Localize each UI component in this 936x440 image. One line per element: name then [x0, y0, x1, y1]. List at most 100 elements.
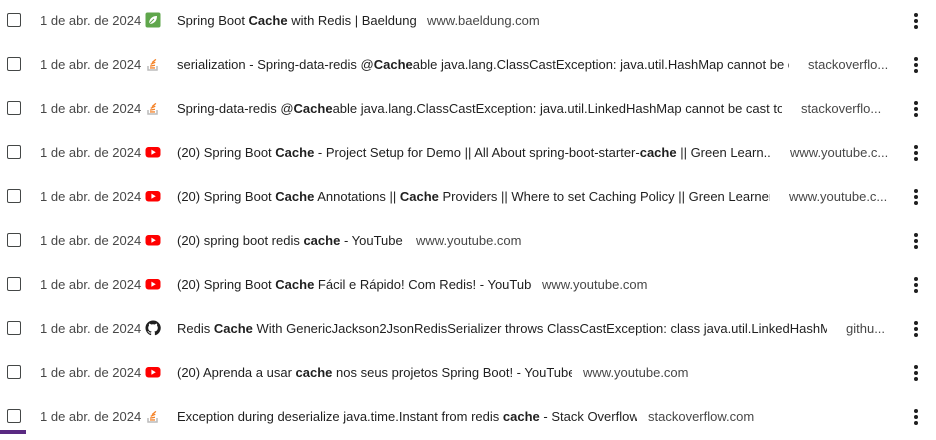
more-options-icon[interactable]: [906, 319, 926, 339]
search-match: Cache: [275, 145, 315, 160]
github-icon: [145, 320, 161, 336]
select-checkbox[interactable]: [7, 233, 21, 247]
title-text: - Project Setup for Demo || All About sp…: [314, 145, 640, 160]
site-domain: www.youtube.c...: [789, 189, 888, 204]
history-row[interactable]: 1 de abr. de 2024 Spring Boot Cache with …: [0, 0, 936, 44]
title-text: Spring Boot: [177, 13, 249, 28]
more-options-icon[interactable]: [906, 407, 926, 427]
title-text: (20) Spring Boot: [177, 277, 276, 292]
site-domain: stackoverflow.com: [648, 409, 755, 424]
visit-date: 1 de abr. de 2024: [40, 409, 142, 424]
title-text: with Redis | Baeldung: [287, 13, 417, 28]
baeldung-icon: [145, 12, 161, 28]
stackoverflow-icon: [145, 408, 161, 424]
history-row[interactable]: 1 de abr. de 2024 Exception during deseri…: [0, 396, 936, 440]
visit-date: 1 de abr. de 2024: [40, 189, 142, 204]
visit-date: 1 de abr. de 2024: [40, 57, 142, 72]
stackoverflow-icon: [145, 100, 161, 116]
site-domain: www.youtube.com: [542, 277, 648, 292]
title-text: Spring-data-redis @: [177, 101, 294, 116]
history-row[interactable]: 1 de abr. de 2024 (20) Spring Boot Cache …: [0, 264, 936, 308]
search-match: cache: [295, 365, 333, 380]
site-domain: www.baeldung.com: [427, 13, 540, 28]
select-checkbox[interactable]: [7, 145, 21, 159]
search-match: Cache: [399, 189, 439, 204]
site-domain: www.youtube.c...: [790, 145, 889, 160]
search-match: Cache: [373, 57, 413, 72]
more-options-icon[interactable]: [906, 187, 926, 207]
title-text: able java.lang.ClassCastException: java.…: [332, 101, 782, 116]
page-title-link[interactable]: Exception during deserialize java.time.I…: [177, 409, 637, 425]
history-list: 1 de abr. de 2024 Spring Boot Cache with …: [0, 0, 936, 440]
history-row[interactable]: 1 de abr. de 2024 (20) Aprenda a usar cac…: [0, 352, 936, 396]
select-checkbox[interactable]: [7, 409, 21, 423]
site-domain: www.youtube.com: [416, 233, 522, 248]
youtube-icon: [145, 188, 161, 204]
history-row[interactable]: 1 de abr. de 2024 (20) Spring Boot Cache …: [0, 132, 936, 176]
title-text: (20) Spring Boot: [177, 189, 276, 204]
title-text: Redis: [177, 321, 214, 336]
title-text: Annotations ||: [314, 189, 400, 204]
youtube-icon: [145, 364, 161, 380]
more-options-icon[interactable]: [906, 99, 926, 119]
title-text: Providers || Where to set Caching Policy…: [438, 189, 771, 204]
search-match: cache: [639, 145, 677, 160]
more-options-icon[interactable]: [906, 11, 926, 31]
select-checkbox[interactable]: [7, 13, 21, 27]
title-text: With GenericJackson2JsonRedisSerializer …: [252, 321, 828, 336]
page-title-link[interactable]: (20) Spring Boot Cache - Project Setup f…: [177, 145, 771, 161]
page-title-link[interactable]: (20) Spring Boot Cache Annotations || Ca…: [177, 189, 770, 205]
title-text: nos seus projetos Spring Boot! - YouTube: [332, 365, 572, 380]
page-title-link[interactable]: (20) Aprenda a usar cache nos seus proje…: [177, 365, 572, 381]
visit-date: 1 de abr. de 2024: [40, 13, 142, 28]
page-title-link[interactable]: serialization - Spring-data-redis @Cache…: [177, 57, 789, 73]
search-match: Cache: [213, 321, 253, 336]
more-options-icon[interactable]: [906, 363, 926, 383]
select-checkbox[interactable]: [7, 321, 21, 335]
history-row[interactable]: 1 de abr. de 2024 (20) Spring Boot Cache …: [0, 176, 936, 220]
select-checkbox[interactable]: [7, 189, 21, 203]
title-text: serialization - Spring-data-redis @: [177, 57, 374, 72]
history-row[interactable]: 1 de abr. de 2024 Spring-data-redis @Cach…: [0, 88, 936, 132]
page-title-link[interactable]: Spring-data-redis @Cacheable java.lang.C…: [177, 101, 782, 117]
title-text: - Stack Overflow: [539, 409, 637, 424]
search-match: cache: [502, 409, 540, 424]
history-row[interactable]: 1 de abr. de 2024 serialization - Spring-…: [0, 44, 936, 88]
visit-date: 1 de abr. de 2024: [40, 101, 142, 116]
title-text: (20) Spring Boot: [177, 145, 276, 160]
select-checkbox[interactable]: [7, 101, 21, 115]
more-options-icon[interactable]: [906, 143, 926, 163]
stackoverflow-icon: [145, 56, 161, 72]
history-row[interactable]: 1 de abr. de 2024 (20) spring boot redis …: [0, 220, 936, 264]
title-text: (20) Aprenda a usar: [177, 365, 296, 380]
page-title-link[interactable]: Spring Boot Cache with Redis | Baeldung: [177, 13, 417, 29]
title-text: - YouTube: [340, 233, 403, 248]
site-domain: www.youtube.com: [583, 365, 689, 380]
page-title-link[interactable]: (20) spring boot redis cache - YouTube: [177, 233, 407, 249]
select-checkbox[interactable]: [7, 365, 21, 379]
more-options-icon[interactable]: [906, 231, 926, 251]
visit-date: 1 de abr. de 2024: [40, 233, 142, 248]
more-options-icon[interactable]: [906, 275, 926, 295]
select-checkbox[interactable]: [7, 277, 21, 291]
search-match: Cache: [275, 189, 315, 204]
youtube-icon: [145, 144, 161, 160]
history-row[interactable]: 1 de abr. de 2024 Redis Cache With Generi…: [0, 308, 936, 352]
visit-date: 1 de abr. de 2024: [40, 321, 142, 336]
youtube-icon: [145, 276, 161, 292]
title-text: able java.lang.ClassCastException: java.…: [412, 57, 789, 72]
page-title-link[interactable]: Redis Cache With GenericJackson2JsonRedi…: [177, 321, 827, 337]
search-match: Cache: [293, 101, 333, 116]
search-match: cache: [303, 233, 341, 248]
title-text: || Green Learn...: [676, 145, 771, 160]
visit-date: 1 de abr. de 2024: [40, 365, 142, 380]
visit-date: 1 de abr. de 2024: [40, 277, 142, 292]
site-domain: githu...: [846, 321, 886, 336]
more-options-icon[interactable]: [906, 55, 926, 75]
title-text: Fácil e Rápido! Com Redis! - YouTube: [314, 277, 532, 292]
page-title-link[interactable]: (20) Spring Boot Cache Fácil e Rápido! C…: [177, 277, 532, 293]
youtube-icon: [145, 232, 161, 248]
search-match: Cache: [275, 277, 315, 292]
select-checkbox[interactable]: [7, 57, 21, 71]
title-text: (20) spring boot redis: [177, 233, 304, 248]
